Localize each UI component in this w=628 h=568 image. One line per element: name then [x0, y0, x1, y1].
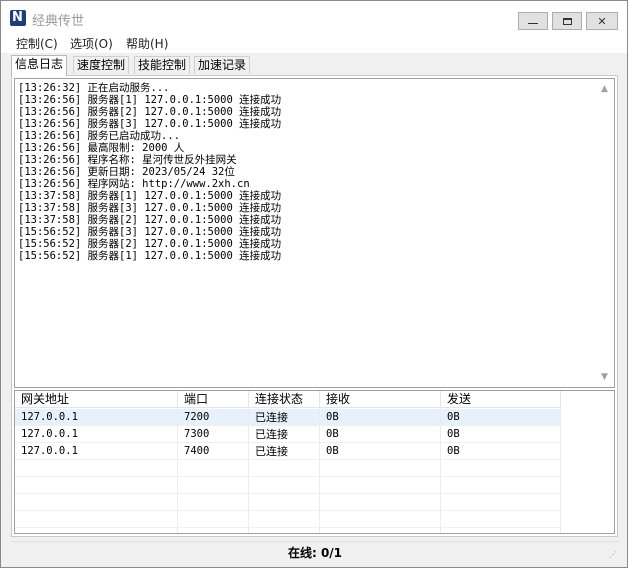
log-line: [13:26:56] 服务已启动成功...	[18, 130, 181, 142]
cell-received: 0B	[320, 443, 441, 460]
status-bar: 在线: 0/1 ⋰	[11, 541, 619, 561]
log-line: [13:26:56] 服务器[3] 127.0.0.1:5000 连接成功	[18, 118, 282, 130]
log-line: [13:26:56] 服务器[1] 127.0.0.1:5000 连接成功	[18, 94, 282, 106]
log-line: [13:26:56] 最高限制: 2000 人	[18, 142, 185, 154]
log-line: [13:26:32] 正在启动服务...	[18, 82, 170, 94]
tab-speed-control[interactable]: 速度控制	[73, 56, 130, 74]
scroll-up-icon[interactable]: ▲	[601, 84, 608, 94]
menu-control[interactable]: 控制(C)	[16, 35, 58, 52]
resize-grip-icon[interactable]: ⋰	[609, 550, 617, 559]
tab-info-log[interactable]: 信息日志	[11, 55, 68, 76]
tab-strip: 信息日志 速度控制 技能控制 加速记录	[11, 55, 621, 76]
minimize-button[interactable]	[518, 12, 548, 30]
table-header: 网关地址 端口 连接状态 接收 发送	[15, 391, 561, 408]
table-row[interactable]: 127.0.0.1 7300 已连接 0B 0B	[15, 426, 561, 443]
log-line: [13:37:58] 服务器[2] 127.0.0.1:5000 连接成功	[18, 214, 282, 226]
title-bar[interactable]: N 经典传世 ✕	[1, 1, 627, 33]
column-divider	[560, 408, 561, 533]
maximize-button[interactable]	[552, 12, 582, 30]
window-title: 经典传世	[32, 14, 85, 29]
tab-speedup-records[interactable]: 加速记录	[194, 56, 251, 74]
empty-row	[15, 494, 561, 511]
column-header-connection-status[interactable]: 连接状态	[249, 391, 320, 408]
column-header-gateway-address[interactable]: 网关地址	[15, 391, 178, 408]
table-row[interactable]: 127.0.0.1 7200 已连接 0B 0B	[15, 409, 561, 426]
cell-sent: 0B	[441, 409, 561, 426]
online-count: 在线: 0/1	[287, 546, 343, 560]
app-window: N 经典传世 ✕ 控制(C) 选项(O) 帮助(H) 信息日志 速度控制 技能控…	[0, 0, 628, 568]
gateway-table[interactable]: 网关地址 端口 连接状态 接收 发送 127.0.0.1 7200 已连接 0B 0B 1…	[14, 390, 615, 534]
column-divider	[440, 408, 441, 533]
close-icon: ✕	[597, 14, 607, 28]
cell-received: 0B	[320, 409, 441, 426]
log-line: [13:26:56] 服务器[2] 127.0.0.1:5000 连接成功	[18, 106, 282, 118]
log-line: [15:56:52] 服务器[1] 127.0.0.1:5000 连接成功	[18, 250, 282, 262]
menu-bar: 控制(C) 选项(O) 帮助(H)	[1, 33, 627, 53]
column-header-sent[interactable]: 发送	[441, 391, 561, 408]
cell-connection-status: 已连接	[249, 443, 320, 460]
table-row[interactable]: 127.0.0.1 7400 已连接 0B 0B	[15, 443, 561, 460]
tab-panel: [13:26:32] 正在启动服务... [13:26:56] 服务器[1] 12…	[11, 75, 618, 537]
column-divider	[177, 408, 178, 533]
menu-options[interactable]: 选项(O)	[70, 35, 113, 52]
log-lines: [13:26:32] 正在启动服务... [13:26:56] 服务器[1] 12…	[18, 82, 598, 262]
cell-sent: 0B	[441, 443, 561, 460]
empty-row	[15, 460, 561, 477]
column-divider	[319, 408, 320, 533]
cell-connection-status: 已连接	[249, 426, 320, 443]
column-divider	[248, 408, 249, 533]
empty-row	[15, 528, 561, 533]
column-header-port[interactable]: 端口	[178, 391, 249, 408]
app-logo-icon: N	[10, 10, 26, 26]
cell-gateway-address: 127.0.0.1	[15, 409, 178, 426]
log-line: [13:26:56] 程序名称: 星河传世反外挂网关	[18, 154, 237, 166]
cell-port: 7200	[178, 409, 249, 426]
empty-row	[15, 511, 561, 528]
log-line: [13:37:58] 服务器[1] 127.0.0.1:5000 连接成功	[18, 190, 282, 202]
log-line: [15:56:52] 服务器[3] 127.0.0.1:5000 连接成功	[18, 226, 282, 238]
scroll-down-icon[interactable]: ▼	[601, 372, 608, 382]
minimize-icon	[528, 23, 538, 24]
empty-row	[15, 477, 561, 494]
log-scrollbar[interactable]: ▲ ▼	[597, 79, 614, 387]
cell-port: 7400	[178, 443, 249, 460]
log-line: [13:37:58] 服务器[3] 127.0.0.1:5000 连接成功	[18, 202, 282, 214]
column-header-received[interactable]: 接收	[320, 391, 441, 408]
tab-skill-control[interactable]: 技能控制	[134, 56, 191, 74]
menu-help[interactable]: 帮助(H)	[126, 35, 168, 52]
log-textarea[interactable]: [13:26:32] 正在启动服务... [13:26:56] 服务器[1] 12…	[14, 78, 615, 388]
cell-received: 0B	[320, 426, 441, 443]
maximize-icon	[562, 17, 572, 25]
close-button[interactable]: ✕	[586, 12, 618, 30]
cell-connection-status: 已连接	[249, 409, 320, 426]
log-line: [13:26:56] 程序网站: http://www.2xh.cn	[18, 178, 250, 190]
log-line: [13:26:56] 更新日期: 2023/05/24 32位	[18, 166, 235, 178]
cell-gateway-address: 127.0.0.1	[15, 426, 178, 443]
cell-sent: 0B	[441, 426, 561, 443]
log-line: [15:56:52] 服务器[2] 127.0.0.1:5000 连接成功	[18, 238, 282, 250]
cell-port: 7300	[178, 426, 249, 443]
cell-gateway-address: 127.0.0.1	[15, 443, 178, 460]
